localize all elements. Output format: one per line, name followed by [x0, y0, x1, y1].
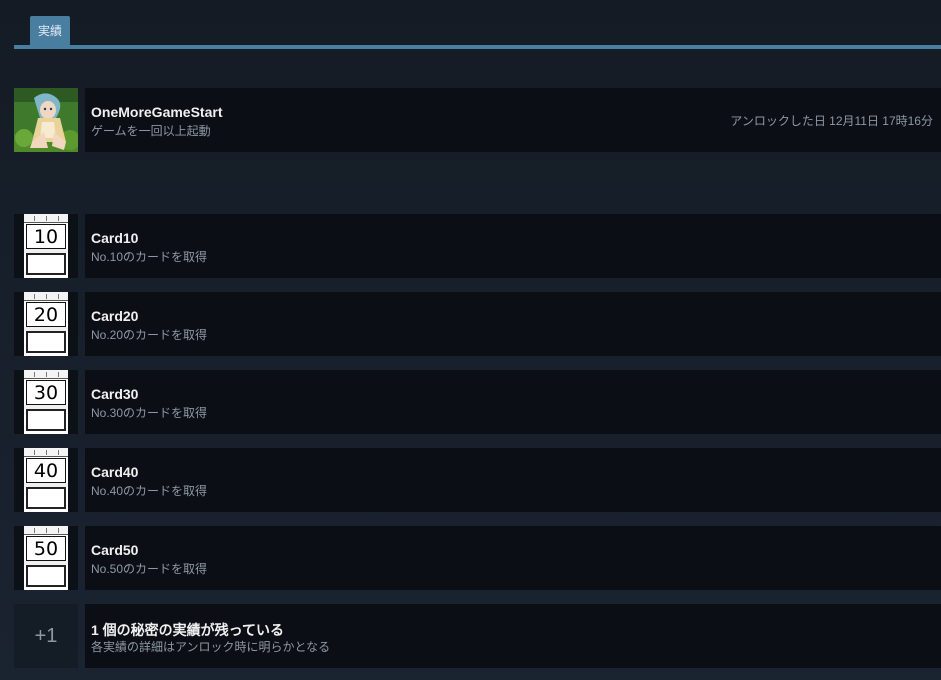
- achievement-description: ゲームを一回以上起動: [91, 124, 211, 138]
- achievements-page: 実績 OneMoreGameStart ゲームを一回以上起動 アンロックした日 …: [0, 0, 941, 680]
- achievement-title: Card10: [91, 230, 139, 246]
- achievement-body: Card10 No.10のカードを取得: [85, 214, 941, 278]
- achievement-row-unlocked[interactable]: OneMoreGameStart ゲームを一回以上起動 アンロックした日 12月…: [14, 88, 941, 152]
- card-lower-box: [26, 253, 66, 275]
- tab-bar: 実績: [14, 0, 941, 49]
- hidden-achievements-title: 1 個の秘密の実績が残っている: [91, 622, 284, 638]
- achievement-title: OneMoreGameStart: [91, 104, 223, 120]
- achievement-description: No.40のカードを取得: [91, 484, 208, 498]
- card-number: 30: [26, 380, 66, 405]
- card-top-strip: [24, 214, 68, 223]
- card-number: 10: [26, 224, 66, 249]
- card-lower-box: [26, 409, 66, 431]
- tab-underline: [14, 45, 941, 49]
- card-icon: 50: [24, 526, 68, 590]
- hidden-achievements-row[interactable]: +1 1 個の秘密の実績が残っている 各実績の詳細はアンロック時に明らかとなる: [14, 604, 941, 668]
- card-top-strip: [24, 526, 68, 535]
- card-number: 40: [26, 458, 66, 483]
- card-icon-container: 10: [14, 214, 78, 278]
- hidden-achievements-body: 1 個の秘密の実績が残っている 各実績の詳細はアンロック時に明らかとなる: [85, 604, 941, 668]
- card-top-strip: [24, 448, 68, 457]
- card-lower-box: [26, 487, 66, 509]
- achievement-title: Card20: [91, 308, 139, 324]
- card-top-strip: [24, 292, 68, 301]
- achievement-row-locked[interactable]: 10 Card10 No.10のカードを取得: [14, 214, 941, 278]
- hidden-count-badge: +1: [14, 604, 78, 668]
- card-lower-box: [26, 331, 66, 353]
- achievement-row-locked[interactable]: 50 Card50 No.50のカードを取得: [14, 526, 941, 590]
- hidden-achievements-description: 各実績の詳細はアンロック時に明らかとなる: [91, 640, 331, 654]
- achievement-description: No.30のカードを取得: [91, 406, 208, 420]
- achievement-body: Card50 No.50のカードを取得: [85, 526, 941, 590]
- tab-achievements[interactable]: 実績: [30, 16, 71, 45]
- card-icon-container: 20: [14, 292, 78, 356]
- achievement-description: No.50のカードを取得: [91, 562, 208, 576]
- achievement-row-locked[interactable]: 20 Card20 No.20のカードを取得: [14, 292, 941, 356]
- achievement-description: No.10のカードを取得: [91, 250, 208, 264]
- card-icon: 20: [24, 292, 68, 356]
- card-icon-container: 40: [14, 448, 78, 512]
- achievement-body: Card20 No.20のカードを取得: [85, 292, 941, 356]
- achievement-art-icon: [14, 88, 78, 152]
- card-lower-box: [26, 565, 66, 587]
- achievement-description: No.20のカードを取得: [91, 328, 208, 342]
- achievement-title: Card40: [91, 464, 139, 480]
- card-icon: 30: [24, 370, 68, 434]
- card-icon: 10: [24, 214, 68, 278]
- achievement-title: Card50: [91, 542, 139, 558]
- unlock-date: アンロックした日 12月11日 17時16分: [730, 114, 933, 128]
- achievement-row-locked[interactable]: 30 Card30 No.30のカードを取得: [14, 370, 941, 434]
- achievement-body: OneMoreGameStart ゲームを一回以上起動 アンロックした日 12月…: [85, 88, 941, 152]
- card-top-strip: [24, 370, 68, 379]
- achievement-row-locked[interactable]: 40 Card40 No.40のカードを取得: [14, 448, 941, 512]
- card-icon: 40: [24, 448, 68, 512]
- achievement-body: Card40 No.40のカードを取得: [85, 448, 941, 512]
- card-number: 50: [26, 536, 66, 561]
- card-number: 20: [26, 302, 66, 327]
- card-icon-container: 30: [14, 370, 78, 434]
- achievement-title: Card30: [91, 386, 139, 402]
- achievement-body: Card30 No.30のカードを取得: [85, 370, 941, 434]
- anime-character-art-icon: [14, 88, 78, 152]
- card-icon-container: 50: [14, 526, 78, 590]
